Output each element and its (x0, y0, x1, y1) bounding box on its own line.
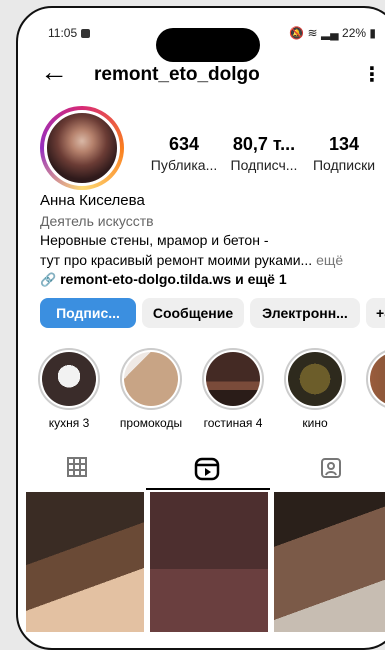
wifi-icon: ≋ (307, 26, 318, 40)
battery-percent: 22% (342, 26, 367, 40)
stat-followers[interactable]: 80,7 т... Подписч... (224, 134, 304, 173)
reel-thumbnail[interactable] (26, 492, 144, 632)
profile-name: Анна Киселева (40, 192, 145, 209)
active-tab-indicator (146, 488, 270, 490)
avatar-image (44, 110, 120, 186)
add-person-icon[interactable]: +8 (366, 298, 385, 328)
stat-posts[interactable]: 634 Публика... (144, 134, 224, 173)
grid-icon[interactable] (64, 456, 90, 482)
back-arrow-icon[interactable]: ← (40, 58, 68, 86)
stat-following[interactable]: 134 Подписки (304, 134, 384, 173)
grid-svg (67, 457, 87, 477)
link-icon: 🔗 (40, 272, 57, 287)
bio-line-2: тут про красивый ремонт моими руками... … (40, 252, 344, 268)
profile-avatar[interactable] (40, 106, 124, 190)
bio-more-link[interactable]: ещё (316, 252, 343, 268)
more-options-icon[interactable]: ⋮ (362, 62, 382, 87)
highlight-living-room[interactable]: гостиная 4 (200, 348, 266, 430)
phone-frame: 11:05 🔕 ≋ ▂▄ 22% ▮ ← remont_eto_dolgo ⋮ … (16, 6, 385, 650)
notification-icon (81, 29, 91, 38)
message-button[interactable]: Сообщение (142, 298, 244, 328)
reel-thumbnail[interactable] (274, 492, 385, 632)
status-time: 11:05 (48, 26, 91, 40)
signal-icon: ▂▄ (320, 26, 339, 40)
mute-icon: 🔕 (289, 26, 305, 40)
profile-link[interactable]: 🔗 remont-eto-dolgo.tilda.ws и ещё 1 (40, 271, 287, 288)
profile-category: Деятель искусств (40, 213, 154, 229)
battery-icon: ▮ (369, 26, 376, 40)
reels-svg (194, 457, 220, 481)
profile-tabs (18, 448, 385, 490)
subscribe-button[interactable]: Подпис... (40, 298, 136, 328)
highlight-more[interactable]: л (364, 348, 385, 430)
reels-grid (26, 492, 385, 632)
tagged-svg (321, 458, 341, 478)
highlight-promocodes[interactable]: промокоды (118, 348, 184, 430)
profile-username: remont_eto_dolgo (94, 64, 260, 85)
status-right: 🔕 ≋ ▂▄ 22% ▮ (289, 26, 376, 40)
highlight-kitchen[interactable]: кухня 3 (36, 348, 102, 430)
highlight-cinema[interactable]: кино (282, 348, 348, 430)
email-button[interactable]: Электронн... (250, 298, 360, 328)
reel-thumbnail[interactable] (150, 492, 268, 632)
camera-notch (156, 28, 260, 62)
bio-line-1: Неровные стены, мрамор и бетон - (40, 232, 269, 248)
reels-icon[interactable] (194, 456, 220, 482)
tagged-icon[interactable] (318, 456, 344, 482)
